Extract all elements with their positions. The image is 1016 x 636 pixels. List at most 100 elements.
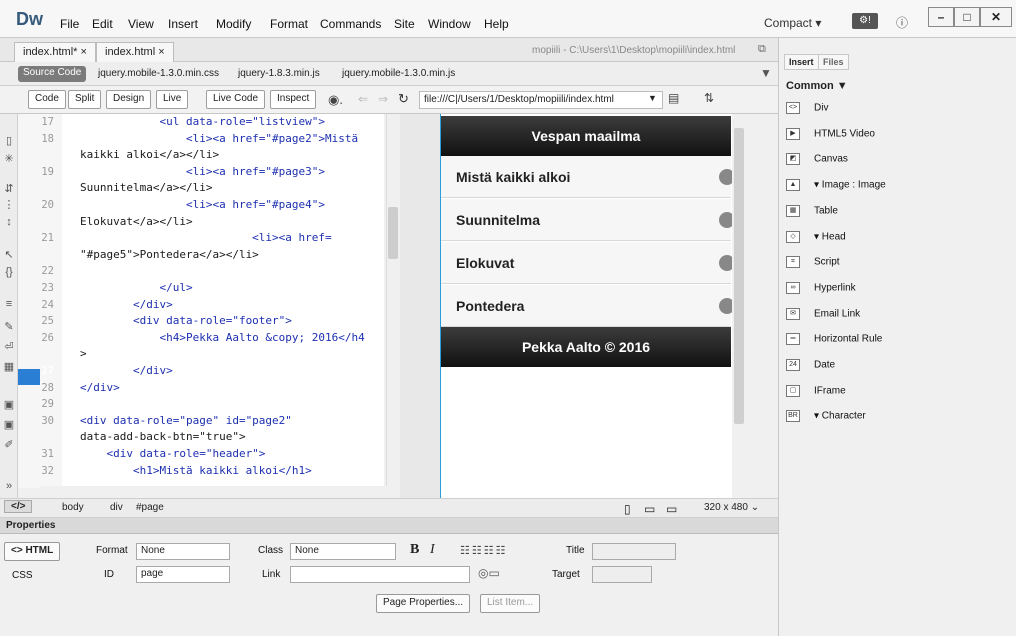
code-line[interactable]: <div data-role="footer"> <box>80 314 292 327</box>
menu-window[interactable]: Window <box>428 17 471 31</box>
collapse-selection-icon[interactable]: ⇵ <box>2 182 16 196</box>
mobile-size-icon[interactable]: ▯ <box>624 502 631 516</box>
menu-commands[interactable]: Commands <box>320 17 381 31</box>
list-item[interactable]: Elokuvat <box>441 242 735 284</box>
expand-all-icon[interactable]: ⋮ <box>2 198 16 212</box>
live-code-button[interactable]: Live Code <box>206 90 266 109</box>
syntax-icon[interactable]: ▦ <box>2 360 16 374</box>
insert-item[interactable]: ▢ IFrame <box>786 384 1006 411</box>
code-line[interactable]: <li><a href="#page3"> <box>80 165 325 178</box>
code-line[interactable]: kaikki alkoi</a></li> <box>80 148 219 161</box>
tab-index[interactable]: index.html × <box>96 42 174 62</box>
list-item[interactable]: Mistä kaikki alkoi <box>441 156 735 198</box>
insert-category-select[interactable]: Common ▼ <box>786 80 848 92</box>
list-item[interactable]: Pontedera <box>441 285 735 327</box>
title-input[interactable] <box>592 543 676 560</box>
tag-selector-body[interactable]: body <box>62 502 84 513</box>
split-divider[interactable] <box>400 114 440 498</box>
split-view-button[interactable]: Split <box>68 90 102 109</box>
code-line[interactable]: <li><a href="#page4"> <box>80 198 325 211</box>
code-scrollbar[interactable] <box>386 114 400 488</box>
open-documents-icon[interactable]: ▯ <box>2 134 16 148</box>
braces-icon[interactable]: {} <box>2 266 16 280</box>
css-mode-button[interactable]: CSS <box>12 570 33 581</box>
collapse-tag-icon[interactable]: ✳ <box>2 152 16 166</box>
back-icon[interactable]: ⇐ <box>358 92 368 106</box>
target-select[interactable] <box>592 566 652 583</box>
remove-comment-icon[interactable]: ▣ <box>2 418 16 432</box>
insert-item[interactable]: ✉ Email Link <box>786 307 1006 334</box>
menu-edit[interactable]: Edit <box>92 17 113 31</box>
code-line[interactable]: <li><a href= <box>80 231 332 244</box>
menu-file[interactable]: File <box>60 17 79 31</box>
window-size[interactable]: 320 x 480 ⌄ <box>704 502 759 513</box>
insert-item[interactable]: ▲ ▾ Image : Image <box>786 179 1006 205</box>
code-line[interactable]: <div data-role="page" id="page2" <box>80 414 292 427</box>
point-to-file-icon[interactable]: ◎▭ <box>478 566 500 580</box>
tab-files[interactable]: Files <box>818 54 849 70</box>
address-input[interactable]: file:///C|/Users/1/Desktop/mopiili/index… <box>419 91 663 109</box>
code-view-button[interactable]: Code <box>28 90 66 109</box>
list-item[interactable]: Suunnitelma <box>441 199 735 241</box>
menu-view[interactable]: View <box>128 17 154 31</box>
desktop-size-icon[interactable]: ▭ <box>666 502 677 516</box>
related-file-jquery[interactable]: jquery-1.8.3.min.js <box>238 68 320 79</box>
format-select[interactable]: None <box>136 543 230 560</box>
live-view-button[interactable]: Live <box>156 90 189 109</box>
balance-braces-icon[interactable]: ↖ <box>2 248 16 262</box>
code-line[interactable]: <h1>Mistä kaikki alkoi</h1> <box>80 464 312 477</box>
minimize-button[interactable]: – <box>928 7 954 27</box>
forward-icon[interactable]: ⇒ <box>378 92 388 106</box>
more-tools-icon[interactable]: » <box>2 480 16 494</box>
browser-preview-icon[interactable]: ◉. <box>328 92 343 108</box>
insert-item[interactable]: 24 Date <box>786 359 1006 385</box>
id-select[interactable]: page <box>136 566 230 583</box>
menu-modify[interactable]: Modify <box>216 17 251 31</box>
word-wrap-icon[interactable]: ⏎ <box>2 340 16 354</box>
list-item-button[interactable]: List Item... <box>480 594 541 613</box>
menu-help[interactable]: Help <box>484 17 509 31</box>
tab-index-modified[interactable]: index.html* × <box>14 42 96 62</box>
code-line[interactable]: "#page5">Pontedera</a></li> <box>80 248 259 261</box>
sort-icon[interactable]: ⇅ <box>704 91 714 105</box>
menu-insert[interactable]: Insert <box>168 17 198 31</box>
design-view-button[interactable]: Design <box>106 90 152 109</box>
filter-icon[interactable]: ▼ <box>760 66 772 80</box>
code-line[interactable]: </div> <box>80 364 173 377</box>
insert-item[interactable]: BR ▾ Character <box>786 410 1006 436</box>
code-hscrollbar[interactable] <box>40 486 400 498</box>
inspect-button[interactable]: Inspect <box>270 90 317 109</box>
code-line[interactable]: </div> <box>80 381 120 394</box>
code-toggle-icon[interactable]: </> <box>4 500 33 513</box>
select-parent-icon[interactable]: ↕ <box>2 216 16 230</box>
insert-item[interactable]: ◇ ▾ Head <box>786 230 1006 257</box>
info-icon[interactable]: ⓘ <box>896 14 908 31</box>
tab-insert[interactable]: Insert <box>784 54 819 70</box>
list-buttons-icon[interactable]: ☷☷☷☷ <box>460 544 507 557</box>
restore-icon[interactable]: ⧉ <box>758 43 766 56</box>
live-scroll-thumb[interactable] <box>734 128 744 424</box>
maximize-button[interactable]: □ <box>954 7 980 27</box>
tag-selector-div[interactable]: div <box>110 502 123 513</box>
code-line[interactable]: <div data-role="header"> <box>80 447 265 460</box>
address-dropdown-icon[interactable]: ▼ <box>648 93 657 103</box>
code-line[interactable]: </div> <box>80 298 173 311</box>
code-line[interactable]: data-add-back-btn="true"> <box>80 430 246 443</box>
close-button[interactable]: ✕ <box>980 7 1012 27</box>
source-code-button[interactable]: Source Code <box>18 66 87 82</box>
menu-site[interactable]: Site <box>394 17 415 31</box>
italic-button[interactable]: I <box>430 542 435 558</box>
view-options-icon[interactable]: ▤ <box>668 91 679 105</box>
code-line[interactable]: <ul data-role="listview"> <box>80 115 325 128</box>
refresh-icon[interactable]: ↻ <box>398 91 409 107</box>
related-file-css[interactable]: jquery.mobile-1.3.0.min.css <box>98 68 219 79</box>
related-file-jqm[interactable]: jquery.mobile-1.3.0.min.js <box>342 68 455 79</box>
tablet-size-icon[interactable]: ▭ <box>644 502 655 516</box>
class-select[interactable]: None <box>290 543 396 560</box>
code-line[interactable]: > <box>80 347 87 360</box>
workspace-switcher[interactable]: Compact ▾ <box>764 16 821 30</box>
insert-item[interactable]: ▶ HTML5 Video <box>786 127 1006 154</box>
snippet-icon[interactable]: ✐ <box>2 438 16 452</box>
insert-item[interactable]: ∞ Hyperlink <box>786 281 1006 308</box>
menu-format[interactable]: Format <box>270 17 308 31</box>
